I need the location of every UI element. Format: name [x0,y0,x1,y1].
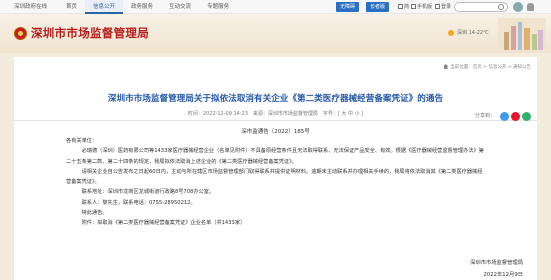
paragraph: 联系地址：深圳市龙岗区龙城街道行政路8号708办公室。 [66,189,215,196]
paragraph: 必瑞德（深圳）医药有限公司等1433家医疗器械经营企业（名单见附件）不具备原经营… [66,148,484,155]
nav-interaction[interactable]: 互动交流 [161,0,199,14]
language-icon [398,4,403,9]
article-meta: 时间：2022-12-09 14:23 来源：深圳市市场监督管理局 字号：[ 大… [14,107,537,121]
mobile-version-link[interactable]: 手机版 [411,0,432,14]
weather-text: 深圳 14-22℃ [457,30,489,36]
city-skyline-illustration [498,18,546,50]
article-title: 深圳市市场监督管理局关于拟依法取消有关企业《第二类医疗器械经营备案凭证》的通告 [107,94,444,104]
portal-link[interactable]: 深圳政府在线 [14,0,47,14]
emblem-logo[interactable] [14,27,27,40]
paragraph: 特此通告。 [66,210,108,217]
nav-home[interactable]: 首页 [58,0,85,14]
publish-date: 2022年12月9日 [483,272,523,278]
breadcrumb[interactable]: 当前位置：首页 > 信息公开 > 通知公告 [443,64,531,70]
weather-widget: 深圳 14-22℃ [448,26,489,40]
site-header: 深圳市市场监督管理局 深圳 14-22℃ [0,14,551,53]
notification-icon[interactable] [527,3,534,11]
avatar[interactable] [513,2,523,12]
wechat-share-icon[interactable] [522,111,531,121]
paragraph: 二十五条第二款、第二十四条的规定，我局拟依法取消上述企业的《第二类医疗器械经营备… [66,158,297,165]
simplified-chinese-link[interactable]: 简 [398,0,409,14]
mobile-icon [411,4,416,9]
weibo-share-icon[interactable] [511,111,520,121]
document-number: 深市监通告〔2022〕185号 [241,129,310,135]
search-input[interactable] [454,2,508,12]
attachment-link[interactable]: 附件：拟取消《第二类医疗器械经营备案凭证》企业名单（共1433家） [66,218,522,228]
user-icon [435,4,440,9]
nav-info-disclosure[interactable]: 信息公开 [85,0,124,14]
sun-icon [448,29,454,36]
share-bar: 分享到： [475,109,531,123]
home-icon [443,64,449,69]
paragraph: 联系人：黎先生，联系电话：0755-28950212。 [66,199,196,206]
signature: 深圳市市场监督管理局 [470,260,523,266]
top-nav: 首页 信息公开 政务服务 互动交流 专题服务 [58,0,237,14]
paragraph: 各有关单位： [66,138,98,144]
login-link[interactable]: 登录 [435,0,451,14]
elderly-mode-button[interactable]: 长者版 [366,2,390,12]
paragraph: 营备案凭证》。 [66,179,100,186]
search-icon[interactable] [498,4,504,10]
top-utility-bar: 深圳政府在线 首页 信息公开 政务服务 互动交流 专题服务 无障碍 长者版 简 … [0,0,551,14]
qq-share-icon[interactable] [500,111,509,121]
share-label: 分享到： [474,113,495,119]
paragraph: 请相关企业自公告发布之日起60日内，主动与所在辖区市场监督管理部门取得联系并提供… [66,168,483,175]
meta-info: 时间：2022-12-09 14:23 来源：深圳市市场监督管理局 字号：[ 大… [187,111,364,117]
site-name[interactable]: 深圳市市场监督管理局 [31,25,149,41]
breadcrumb-text[interactable]: 当前位置：首页 > 信息公开 > 通知公告 [450,65,531,70]
nav-special-services[interactable]: 专题服务 [199,0,237,14]
accessibility-button[interactable]: 无障碍 [336,2,360,12]
article-panel: 当前位置：首页 > 信息公开 > 通知公告 深圳市市场监督管理局关于拟依法取消有… [14,57,537,280]
nav-gov-services[interactable]: 政务服务 [123,0,161,14]
article-body: 各有关单位： 必瑞德（深圳）医药有限公司等1433家医疗器械经营企业（名单见附件… [66,136,522,229]
